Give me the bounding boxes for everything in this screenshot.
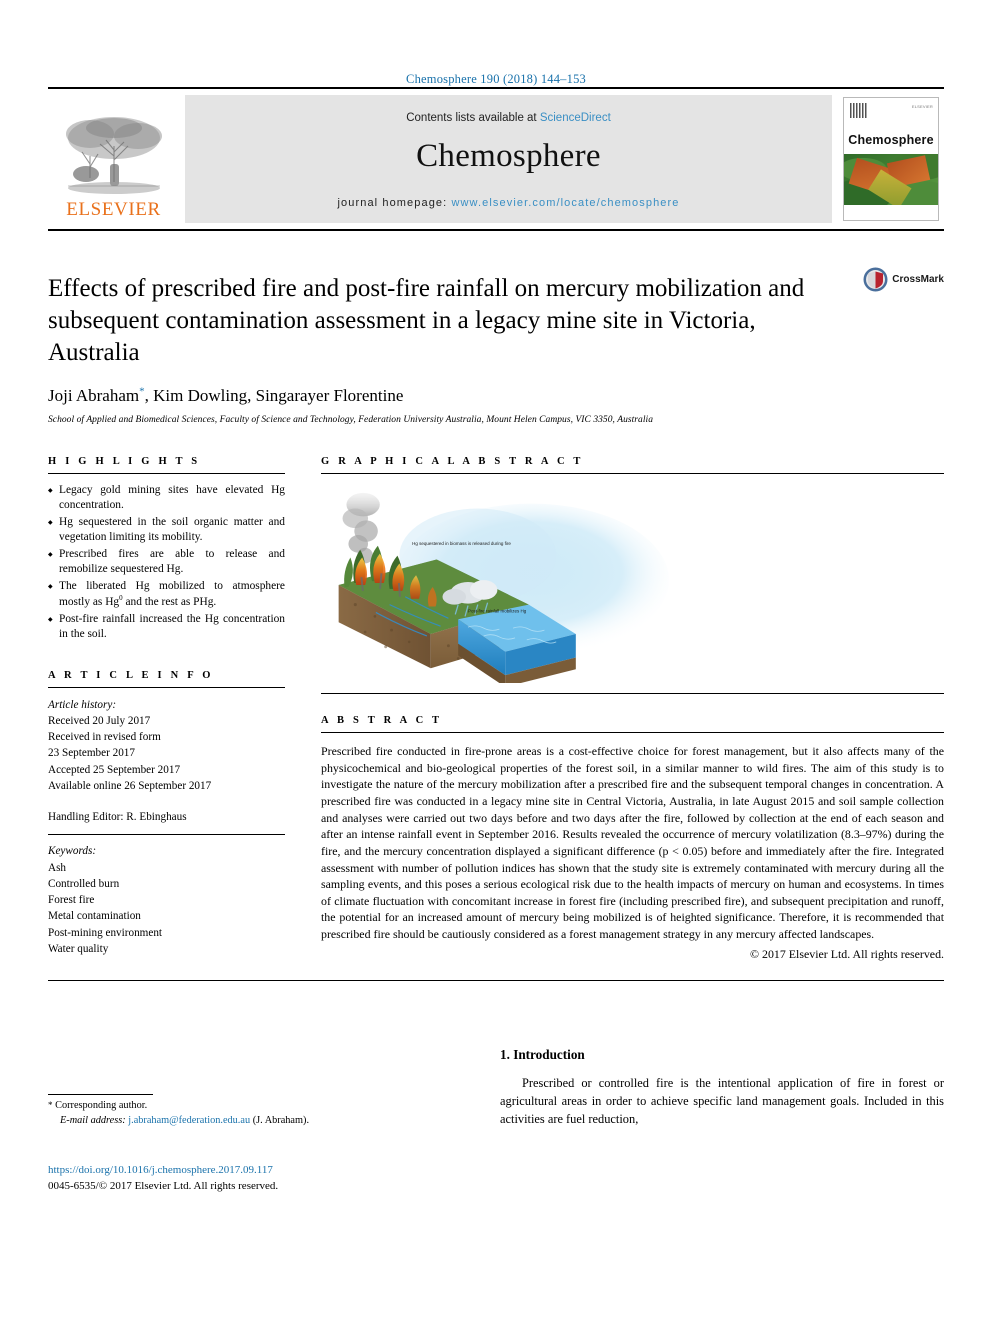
cover-photo-leaves: [844, 154, 938, 206]
introduction-paragraph: Prescribed or controlled fire is the int…: [500, 1075, 944, 1126]
journal-homepage-link[interactable]: www.elsevier.com/locate/chemosphere: [451, 197, 679, 209]
contents-prefix: Contents lists available at: [406, 111, 537, 124]
running-head: Chemosphere 190 (2018) 144–153: [406, 72, 586, 86]
highlight-text: Prescribed fires are able to release and…: [59, 547, 285, 576]
history-revised-label: Received in revised form: [48, 731, 161, 744]
email-suffix: (J. Abraham).: [252, 1114, 310, 1126]
graphical-abstract-rule: [321, 472, 944, 474]
journal-homepage-line: journal homepage: www.elsevier.com/locat…: [337, 197, 679, 209]
corresponding-star: *: [48, 1099, 53, 1110]
author-list: Joji Abraham*, Kim Dowling, Singarayer F…: [48, 385, 944, 406]
sciencedirect-link[interactable]: ScienceDirect: [540, 112, 611, 124]
list-item: Hg sequestered in the soil organic matte…: [48, 515, 285, 546]
corresponding-author-marker: *: [139, 385, 145, 398]
paper-page: Chemosphere 190 (2018) 144–153 ELSEVIER …: [0, 0, 992, 1323]
ga-caption-upper: Hg sequestered in biomass is released du…: [412, 541, 511, 546]
abstract-text: Prescribed fire conducted in fire-prone …: [321, 743, 944, 942]
cover-journal-title: Chemosphere: [848, 133, 934, 148]
highlight-text: Hg sequestered in the soil organic matte…: [59, 515, 285, 544]
keywords-block: Keywords: Ash Controlled burn Forest fir…: [48, 843, 285, 957]
article-info-rule: [48, 686, 285, 688]
doi-block: https://doi.org/10.1016/j.chemosphere.20…: [48, 1162, 468, 1195]
abstract-copyright: © 2017 Elsevier Ltd. All rights reserved…: [750, 946, 944, 961]
left-column: H I G H L I G H T S Legacy gold mining s…: [48, 456, 285, 957]
list-item: Post-fire rainfall increased the Hg conc…: [48, 612, 285, 643]
cover-header: ELSEVIER Chemosphere: [844, 98, 938, 155]
graphical-abstract-bottom-rule: [321, 692, 944, 694]
elsevier-wordmark: ELSEVIER: [66, 199, 161, 220]
crossmark-label: CrossMark: [892, 274, 944, 285]
keyword-item: Post-mining environment: [48, 926, 163, 939]
introduction-column: 1. Introduction Prescribed or controlled…: [500, 981, 944, 1129]
crossmark-badge[interactable]: CrossMark: [863, 267, 944, 292]
upper-columns: H I G H L I G H T S Legacy gold mining s…: [48, 456, 944, 962]
keyword-item: Ash: [48, 861, 67, 874]
keyword-item: Water quality: [48, 942, 109, 955]
crossmark-icon: [863, 267, 888, 292]
corresponding-author-note: * Corresponding author.: [48, 1099, 448, 1114]
highlights-heading: H I G H L I G H T S: [48, 455, 201, 467]
email-label: E-mail address:: [60, 1114, 126, 1126]
list-item: The liberated Hg mobilized to atmosphere…: [48, 579, 285, 611]
graphical-abstract-heading: G R A P H I C A L A B S T R A C T: [321, 455, 584, 467]
keyword-item: Forest fire: [48, 894, 95, 907]
graphical-abstract-image: Hg sequestered in biomass is released du…: [338, 492, 669, 683]
journal-title: Chemosphere: [416, 137, 601, 174]
abstract-section: A B S T R A C T Prescribed fire conducte…: [321, 715, 944, 962]
page-title: Effects of prescribed fire and post-fire…: [48, 275, 805, 366]
email-note: E-mail address: j.abraham@federation.edu…: [48, 1114, 448, 1129]
article-info-heading: A R T I C L E I N F O: [48, 669, 214, 681]
footnote-block: * Corresponding author. E-mail address: …: [48, 1093, 448, 1129]
introduction-heading: 1. Introduction: [500, 1046, 585, 1062]
journal-masthead: ELSEVIER Contents lists available at Sci…: [48, 95, 944, 223]
history-available-online: Available online 26 September 2017: [48, 779, 212, 792]
history-label: Article history:: [48, 698, 117, 711]
barcode-icon: [850, 103, 867, 118]
history-received: Received 20 July 2017: [48, 714, 151, 727]
history-revised-date: 23 September 2017: [48, 747, 135, 760]
cover-footer: [844, 205, 938, 220]
history-accepted: Accepted 25 September 2017: [48, 763, 181, 776]
masthead-top-rule: [48, 87, 944, 89]
elsevier-tree-icon: [65, 117, 162, 194]
author-names: Joji Abraham*, Kim Dowling, Singarayer F…: [48, 385, 404, 405]
keyword-item: Metal contamination: [48, 910, 141, 923]
highlight-text: Legacy gold mining sites have elevated H…: [59, 483, 285, 512]
homepage-prefix: journal homepage:: [337, 196, 448, 209]
doi-link[interactable]: https://doi.org/10.1016/j.chemosphere.20…: [48, 1162, 468, 1179]
issn-copyright: 0045-6535/© 2017 Elsevier Ltd. All right…: [48, 1180, 279, 1193]
journal-cover-thumbnail: ELSEVIER Chemosphere: [838, 95, 944, 223]
cover-image: ELSEVIER Chemosphere: [843, 97, 939, 221]
journal-band: Contents lists available at ScienceDirec…: [185, 95, 832, 223]
contents-list-line: Contents lists available at ScienceDirec…: [406, 112, 611, 124]
abstract-rule: [321, 731, 944, 733]
title-block: Effects of prescribed fire and post-fire…: [48, 231, 944, 425]
lower-columns: * Corresponding author. E-mail address: …: [48, 981, 944, 1213]
keywords-rule: [48, 834, 285, 836]
highlights-rule: [48, 472, 285, 474]
keywords-label: Keywords:: [48, 845, 97, 858]
cover-publisher-label: ELSEVIER: [911, 104, 933, 109]
highlight-text: Post-fire rainfall increased the Hg conc…: [59, 612, 285, 641]
right-column: G R A P H I C A L A B S T R A C T Hg seq…: [321, 456, 944, 962]
article-history: Article history: Received 20 July 2017 R…: [48, 697, 285, 826]
footer-column: * Corresponding author. E-mail address: …: [48, 981, 468, 1213]
graphical-abstract-figure: Hg sequestered in biomass is released du…: [321, 487, 944, 683]
ga-caption-lower: Post-fire rainfall mobilizes Hg: [468, 608, 527, 613]
corresponding-label: Corresponding author.: [55, 1099, 148, 1111]
keyword-item: Controlled burn: [48, 877, 120, 890]
footnote-rule: [48, 1093, 153, 1095]
affiliation: School of Applied and Biomedical Science…: [48, 414, 654, 425]
highlight-text: The liberated Hg mobilized to atmosphere…: [59, 579, 285, 609]
list-item: Prescribed fires are able to release and…: [48, 547, 285, 578]
highlights-list: Legacy gold mining sites have elevated H…: [48, 483, 285, 643]
email-link[interactable]: j.abraham@federation.edu.au: [128, 1115, 250, 1126]
elsevier-logo: ELSEVIER: [48, 95, 179, 223]
list-item: Legacy gold mining sites have elevated H…: [48, 483, 285, 514]
handling-editor: Handling Editor: R. Ebinghaus: [48, 811, 187, 824]
abstract-heading: A B S T R A C T: [321, 714, 443, 726]
